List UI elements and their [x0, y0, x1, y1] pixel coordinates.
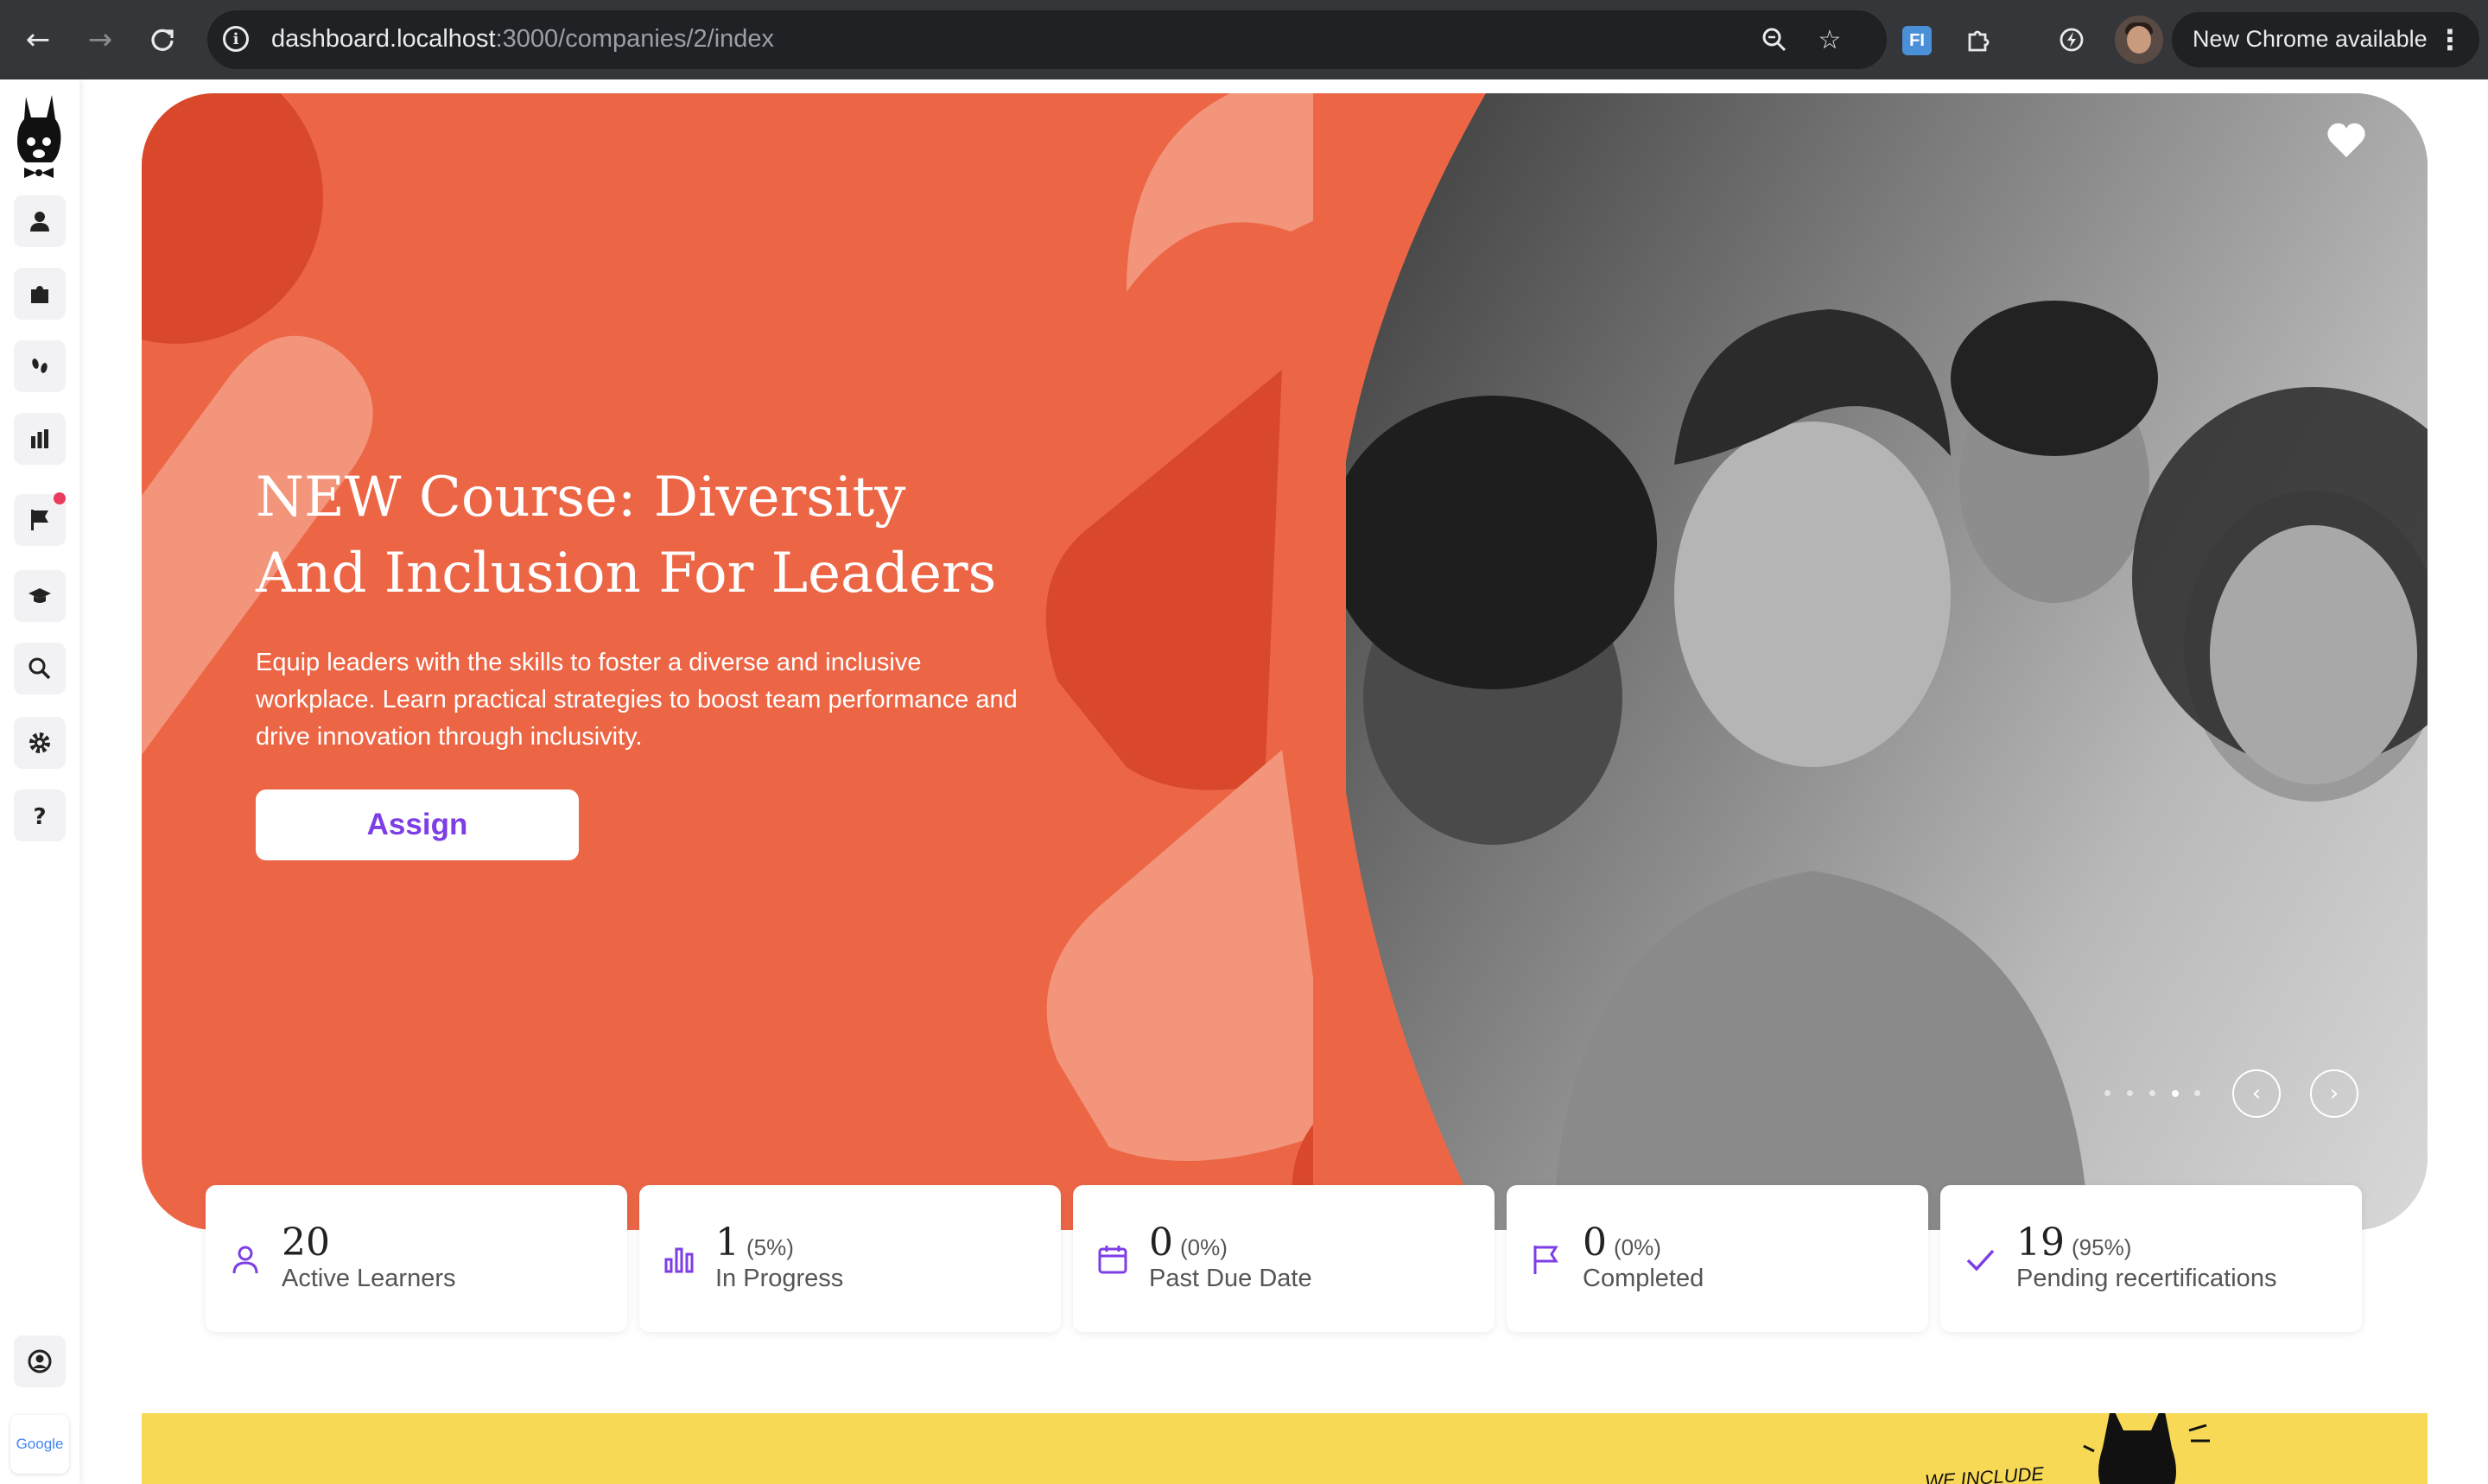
performance-icon[interactable] — [2054, 22, 2089, 57]
notification-dot — [54, 492, 66, 504]
stat-percent: (0%) — [1180, 1234, 1228, 1260]
carousel-next-button[interactable]: › — [2310, 1069, 2358, 1118]
carousel-dot-active[interactable] — [2172, 1090, 2179, 1097]
back-arrow-icon[interactable]: ← — [17, 19, 59, 60]
stat-label: Pending recertifications — [2016, 1265, 2277, 1292]
stat-number: 19 — [2016, 1221, 2065, 1265]
search-icon — [29, 657, 51, 680]
stat-card-in-progress: 1 (5%) In Progress — [639, 1185, 1061, 1332]
stat-percent: (95%) — [2072, 1234, 2132, 1260]
carousel-dot[interactable] — [2194, 1090, 2200, 1096]
user-circle-icon — [28, 1349, 52, 1373]
carousel-dot[interactable] — [2149, 1090, 2155, 1096]
browser-toolbar: ← → i dashboard.localhost:3000/companies… — [0, 0, 2488, 79]
flag-icon — [1533, 1246, 1558, 1274]
stat-label: Past Due Date — [1149, 1265, 1312, 1292]
gear-icon — [29, 732, 50, 753]
stat-number: 1 — [715, 1221, 739, 1265]
person-icon — [232, 1246, 258, 1274]
sidebar-item-academy[interactable] — [14, 570, 66, 622]
hero-title: NEW Course: Diversity And Inclusion For L… — [256, 460, 1033, 612]
sidebar-item-courses[interactable] — [14, 268, 66, 320]
hero-photo — [1329, 93, 2428, 1230]
bar-chart-icon — [664, 1247, 694, 1273]
question-icon: ? — [33, 804, 46, 828]
url-text[interactable]: dashboard.localhost:3000/companies/2/ind… — [271, 22, 774, 55]
forward-arrow-icon[interactable]: → — [79, 19, 121, 60]
stat-number: 0 — [1583, 1221, 1607, 1265]
star-icon[interactable]: ☆ — [1812, 22, 1847, 57]
sidebar-item-paths[interactable] — [14, 340, 66, 392]
assign-button[interactable]: Assign — [256, 790, 579, 860]
graduation-cap-icon — [29, 588, 51, 603]
sidebar-item-reports[interactable] — [14, 413, 66, 465]
hero-title-line-1: NEW Course: Diversity — [256, 466, 906, 530]
sidebar-item-settings[interactable] — [14, 717, 66, 769]
stat-card-active-learners: 20 Active Learners — [206, 1185, 627, 1332]
sidebar-item-users[interactable] — [14, 195, 66, 247]
llama-mascot-illustration — [2083, 1413, 2210, 1484]
sidebar-item-account[interactable] — [14, 1335, 66, 1387]
banner-text: WE INCLUDE — [1924, 1462, 2045, 1484]
person-icon — [30, 212, 49, 231]
svg-text:?: ? — [33, 804, 46, 828]
llama-logo[interactable] — [14, 93, 64, 181]
calendar-icon — [1098, 1246, 1127, 1274]
kebab-menu-icon[interactable]: ⋮ — [2436, 23, 2464, 56]
stat-label: Completed — [1583, 1265, 1704, 1292]
stat-card-past-due: 0 (0%) Past Due Date — [1073, 1185, 1495, 1332]
reload-icon[interactable] — [142, 19, 183, 60]
hero-title-line-2: And Inclusion For Leaders — [256, 542, 997, 606]
extension-badge-label: FI — [1909, 30, 1925, 50]
footsteps-icon — [32, 358, 48, 373]
flag-icon — [31, 510, 48, 530]
sidebar-item-help[interactable]: ? — [14, 790, 66, 841]
stat-percent: (5%) — [746, 1234, 794, 1260]
carousel-dot[interactable] — [2104, 1090, 2110, 1096]
google-label: Google — [16, 1436, 64, 1452]
stat-percent: (0%) — [1614, 1234, 1661, 1260]
hero-description: Equip leaders with the skills to foster … — [256, 649, 1018, 751]
info-icon[interactable]: i — [223, 26, 249, 52]
carousel-dot[interactable] — [2127, 1090, 2133, 1096]
heart-icon[interactable] — [2326, 121, 2367, 159]
stat-number: 0 — [1149, 1221, 1173, 1265]
stat-number: 20 — [282, 1221, 330, 1265]
sidebar-item-search[interactable] — [14, 643, 66, 694]
bar-chart-icon — [31, 429, 48, 448]
profile-avatar[interactable] — [2115, 16, 2163, 64]
google-account-tile[interactable]: Google — [10, 1415, 69, 1474]
promo-banner: WE INCLUDE — [142, 1413, 2428, 1484]
extensions-icon[interactable] — [1961, 22, 1996, 57]
puzzle-icon — [31, 286, 48, 303]
check-icon — [1966, 1249, 1995, 1272]
stat-card-pending-recertifications: 19 (95%) Pending recertifications — [1940, 1185, 2362, 1332]
stat-card-completed: 0 (0%) Completed — [1507, 1185, 1928, 1332]
stat-label: Active Learners — [282, 1265, 456, 1292]
extension-fi-icon[interactable]: FI — [1902, 26, 1932, 55]
hero-curve-divider — [1313, 93, 1486, 1230]
carousel-prev-button[interactable]: ‹ — [2232, 1069, 2281, 1118]
zoom-icon[interactable] — [1757, 22, 1792, 57]
update-chrome-label: New Chrome available — [2193, 26, 2428, 52]
stat-label: In Progress — [715, 1265, 844, 1292]
